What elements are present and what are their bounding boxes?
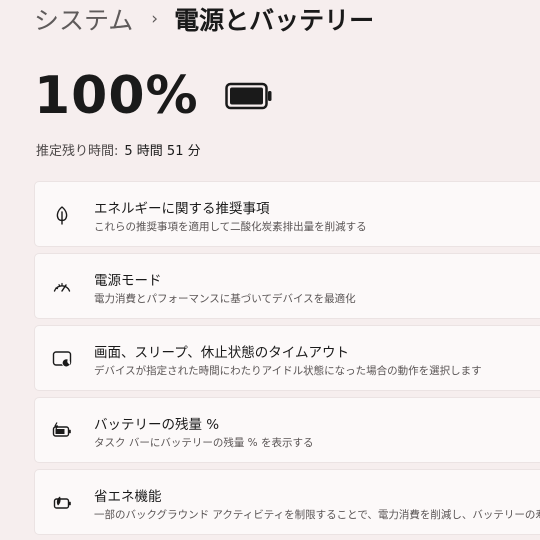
battery-fill	[229, 87, 263, 105]
breadcrumb: システム › 電源とバッテリー	[34, 2, 374, 36]
energy-recommendations-card[interactable]: エネルギーに関する推奨事項 これらの推奨事項を適用して二酸化炭素排出量を削減する	[34, 181, 540, 247]
remaining-label: 推定残り時間:	[36, 144, 119, 159]
card-description: 電力消費とパフォーマンスに基づいてデバイスを最適化	[94, 293, 356, 305]
card-title: 電源モード	[94, 273, 162, 289]
card-description: タスク バーにバッテリーの残量 % を表示する	[94, 437, 314, 449]
breadcrumb-system-link[interactable]: システム	[34, 1, 133, 37]
page-title: 電源とバッテリー	[174, 6, 375, 35]
card-description: 一部のバックグラウンド アクティビティを制限することで、電力消費を削減し、バッテ…	[94, 509, 540, 521]
card-title: 省エネ機能	[94, 489, 162, 505]
card-description: これらの推奨事項を適用して二酸化炭素排出量を削減する	[94, 221, 367, 233]
card-description: デバイスが指定された時間にわたりアイドル状態になった場合の動作を選択します	[94, 365, 482, 377]
power-mode-card[interactable]: 電源モード 電力消費とパフォーマンスに基づいてデバイスを最適化	[34, 253, 540, 319]
card-title: エネルギーに関する推奨事項	[94, 201, 270, 217]
battery-full-icon	[224, 82, 272, 110]
estimated-time-remaining: 推定残り時間: 5 時間 51 分	[36, 140, 201, 159]
card-title: バッテリーの残量 %	[94, 417, 220, 433]
screen-sleep-timeout-card[interactable]: 画面、スリープ、休止状態のタイムアウト デバイスが指定された時間にわたりアイドル…	[34, 325, 540, 391]
battery-status: 100%	[34, 64, 273, 128]
battery-charging-icon	[51, 420, 73, 442]
breadcrumb-separator-icon: ›	[151, 9, 159, 29]
settings-list: エネルギーに関する推奨事項 これらの推奨事項を適用して二酸化炭素排出量を削減する…	[34, 181, 540, 540]
remaining-value: 5 時間 51 分	[124, 144, 201, 159]
power-battery-settings-page: システム › 電源とバッテリー 100% 推定残り時間: 5 時間 51 分 エネ…	[0, 0, 540, 540]
screen-sleep-icon	[51, 348, 73, 370]
battery-percent: 100%	[34, 66, 199, 126]
battery-saver-icon	[51, 492, 73, 514]
battery-percentage-card[interactable]: バッテリーの残量 % タスク バーにバッテリーの残量 % を表示する	[34, 397, 540, 463]
card-title: 画面、スリープ、休止状態のタイムアウト	[94, 345, 350, 361]
energy-saver-card[interactable]: 省エネ機能 一部のバックグラウンド アクティビティを制限することで、電力消費を削…	[34, 469, 540, 535]
leaf-icon	[51, 204, 73, 226]
gauge-icon	[51, 276, 73, 298]
